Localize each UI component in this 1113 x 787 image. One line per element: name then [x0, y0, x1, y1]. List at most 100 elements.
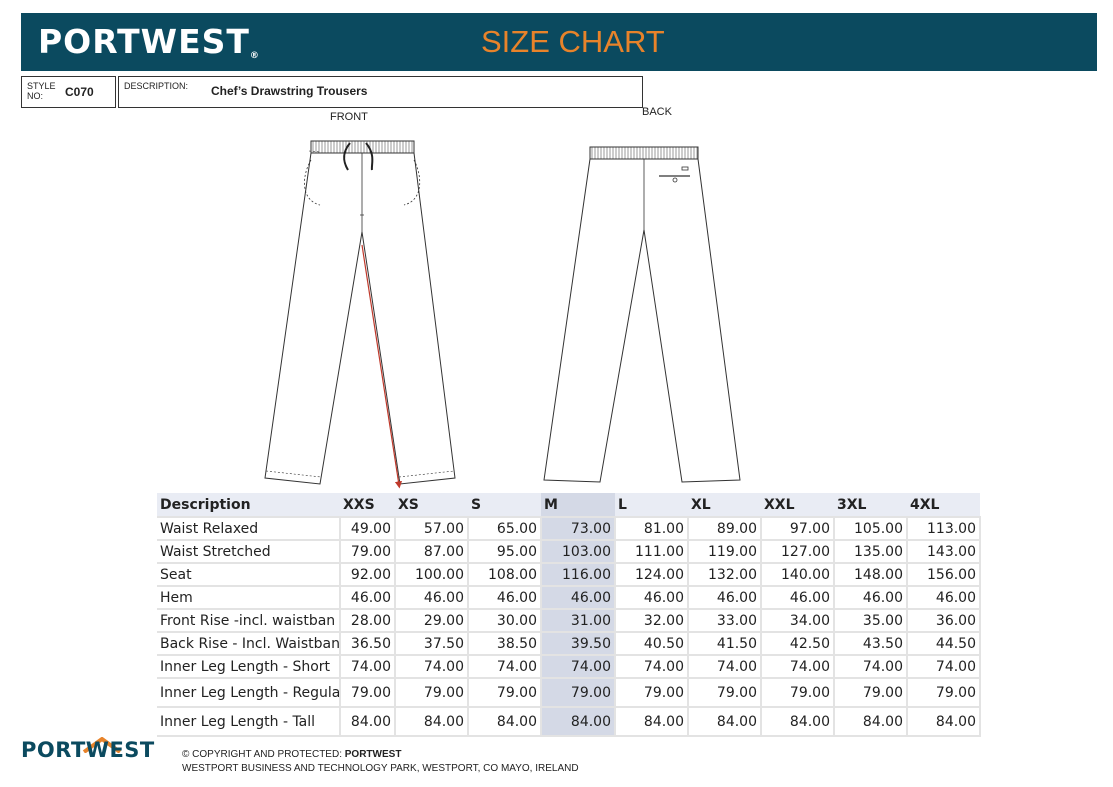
cell-value: 44.50	[907, 632, 981, 656]
cell-value: 84.00	[907, 707, 981, 737]
table-row: Inner Leg Length - Short 74.00 74.00 74.…	[157, 655, 981, 679]
cell-value: 74.00	[541, 655, 616, 679]
row-label: Front Rise -incl. waistban	[157, 609, 341, 633]
trousers-technical-drawing	[264, 140, 741, 489]
cell-value: 40.50	[615, 632, 689, 656]
row-label: Inner Leg Length - Regula	[157, 678, 341, 708]
cell-value: 135.00	[834, 540, 908, 564]
cell-value: 39.50	[541, 632, 616, 656]
cell-value: 46.00	[688, 586, 762, 610]
cell-value: 28.00	[340, 609, 396, 633]
cell-value: 79.00	[340, 678, 396, 708]
table-row: Inner Leg Length - Regula 79.00 79.00 79…	[157, 678, 981, 708]
cell-value: 116.00	[541, 563, 616, 587]
cell-value: 46.00	[541, 586, 616, 610]
cell-value: 31.00	[541, 609, 616, 633]
cell-value: 81.00	[615, 517, 689, 541]
table-row: Front Rise -incl. waistban 28.00 29.00 3…	[157, 609, 981, 633]
copyright-prefix: © COPYRIGHT AND PROTECTED:	[182, 749, 345, 760]
cell-value: 84.00	[615, 707, 689, 737]
back-trousers-drawing	[543, 146, 741, 483]
cell-value: 41.50	[688, 632, 762, 656]
cell-value: 74.00	[395, 655, 469, 679]
cell-value: 65.00	[468, 517, 542, 541]
cell-value: 46.00	[395, 586, 469, 610]
footer-address: WESTPORT BUSINESS AND TECHNOLOGY PARK, W…	[182, 763, 579, 774]
row-label: Back Rise - Incl. Waistban	[157, 632, 341, 656]
copyright-brand: PORTWEST	[344, 749, 402, 760]
cell-value: 95.00	[468, 540, 542, 564]
cell-value: 79.00	[834, 678, 908, 708]
column-header-s: S	[468, 493, 541, 518]
cell-value: 79.00	[761, 678, 835, 708]
column-header-l: L	[615, 493, 688, 518]
cell-value: 97.00	[761, 517, 835, 541]
cell-value: 74.00	[340, 655, 396, 679]
cell-value: 36.00	[907, 609, 981, 633]
cell-value: 156.00	[907, 563, 981, 587]
column-header-xl: XL	[688, 493, 761, 518]
cell-value: 87.00	[395, 540, 469, 564]
cell-value: 84.00	[340, 707, 396, 737]
inner-leg-measure-arrow	[361, 244, 403, 489]
cell-value: 57.00	[395, 517, 469, 541]
row-label: Inner Leg Length - Tall	[157, 707, 341, 737]
cell-value: 111.00	[615, 540, 689, 564]
row-label: Waist Relaxed	[157, 517, 341, 541]
cell-value: 79.00	[395, 678, 469, 708]
cell-value: 30.00	[468, 609, 542, 633]
cell-value: 127.00	[761, 540, 835, 564]
cell-value: 84.00	[395, 707, 469, 737]
cell-value: 79.00	[688, 678, 762, 708]
column-header-description: Description	[157, 493, 340, 518]
cell-value: 29.00	[395, 609, 469, 633]
row-label: Inner Leg Length - Short	[157, 655, 341, 679]
column-header-xxs: XXS	[340, 493, 395, 518]
column-header-xs: XS	[395, 493, 468, 518]
cell-value: 49.00	[340, 517, 396, 541]
cell-value: 74.00	[615, 655, 689, 679]
column-header-4xl: 4XL	[907, 493, 980, 518]
table-row: Waist Relaxed 49.00 57.00 65.00 73.00 81…	[157, 517, 981, 541]
cell-value: 79.00	[541, 678, 616, 708]
cell-value: 74.00	[907, 655, 981, 679]
row-label: Seat	[157, 563, 341, 587]
cell-value: 37.50	[395, 632, 469, 656]
cell-value: 143.00	[907, 540, 981, 564]
size-chart-table: Description XXS XS S M L XL XXL 3XL 4XL …	[157, 493, 981, 737]
cell-value: 132.00	[688, 563, 762, 587]
cell-value: 46.00	[834, 586, 908, 610]
cell-value: 46.00	[907, 586, 981, 610]
cell-value: 105.00	[834, 517, 908, 541]
cell-value: 38.50	[468, 632, 542, 656]
cell-value: 46.00	[761, 586, 835, 610]
cell-value: 43.50	[834, 632, 908, 656]
cell-value: 79.00	[615, 678, 689, 708]
table-row: Inner Leg Length - Tall 84.00 84.00 84.0…	[157, 707, 981, 737]
cell-value: 74.00	[834, 655, 908, 679]
cell-value: 84.00	[688, 707, 762, 737]
cell-value: 73.00	[541, 517, 616, 541]
cell-value: 79.00	[907, 678, 981, 708]
cell-value: 46.00	[615, 586, 689, 610]
cell-value: 74.00	[468, 655, 542, 679]
table-header-row: Description XXS XS S M L XL XXL 3XL 4XL	[157, 493, 980, 518]
cell-value: 46.00	[340, 586, 396, 610]
cell-value: 34.00	[761, 609, 835, 633]
cell-value: 79.00	[340, 540, 396, 564]
table-row: Hem 46.00 46.00 46.00 46.00 46.00 46.00 …	[157, 586, 981, 610]
row-label: Hem	[157, 586, 341, 610]
table-row: Back Rise - Incl. Waistban 36.50 37.50 3…	[157, 632, 981, 656]
cell-value: 84.00	[541, 707, 616, 737]
cell-value: 42.50	[761, 632, 835, 656]
row-label: Waist Stretched	[157, 540, 341, 564]
cell-value: 100.00	[395, 563, 469, 587]
cell-value: 84.00	[468, 707, 542, 737]
cell-value: 46.00	[468, 586, 542, 610]
cell-value: 124.00	[615, 563, 689, 587]
cell-value: 36.50	[340, 632, 396, 656]
cell-value: 33.00	[688, 609, 762, 633]
column-header-xxl: XXL	[761, 493, 834, 518]
footer-copyright: © COPYRIGHT AND PROTECTED: PORTWEST WEST…	[182, 748, 579, 776]
footer-logo: PORTWEST	[21, 738, 155, 762]
